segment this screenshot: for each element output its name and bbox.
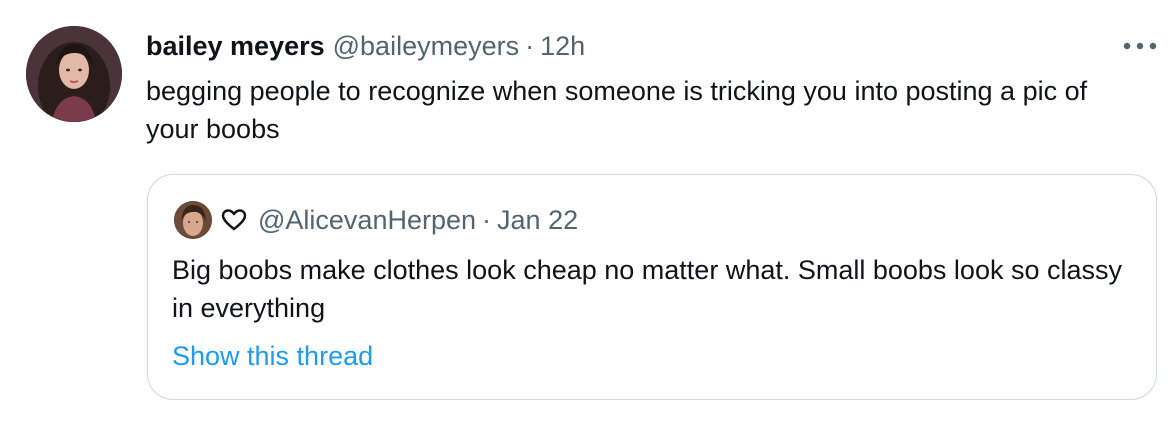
show-thread-link[interactable]: Show this thread	[172, 337, 373, 375]
author-name[interactable]: bailey meyers	[146, 28, 325, 64]
tweet-header: bailey meyers @baileymeyers · 12h	[146, 28, 585, 64]
quoted-author-avatar[interactable]	[174, 201, 212, 239]
avatar-photo-icon	[26, 26, 122, 122]
more-options-button[interactable]	[1120, 32, 1160, 60]
quoted-tweet-text: Big boobs make clothes look cheap no mat…	[172, 255, 1122, 323]
quoted-tweet-card[interactable]: @AlicevanHerpen · Jan 22 Big boobs make …	[147, 174, 1157, 400]
tweet-timestamp[interactable]: 12h	[540, 28, 585, 64]
tweet[interactable]: bailey meyers @baileymeyers · 12h beggin…	[0, 0, 1170, 424]
more-options-icon	[1123, 42, 1157, 50]
tweet-text: begging people to recognize when someone…	[146, 76, 1088, 144]
separator-dot: ·	[525, 31, 535, 61]
quoted-author-handle[interactable]: @AlicevanHerpen	[258, 205, 476, 236]
avatar-photo-icon	[174, 201, 212, 239]
quoted-tweet-date: Jan 22	[497, 204, 579, 235]
heart-outline-icon	[221, 209, 247, 231]
separator-dot: ·	[482, 204, 492, 235]
author-avatar[interactable]	[26, 26, 122, 122]
quoted-tweet-header: @AlicevanHerpen · Jan 22	[258, 201, 578, 239]
author-handle[interactable]: @baileymeyers	[333, 28, 519, 64]
